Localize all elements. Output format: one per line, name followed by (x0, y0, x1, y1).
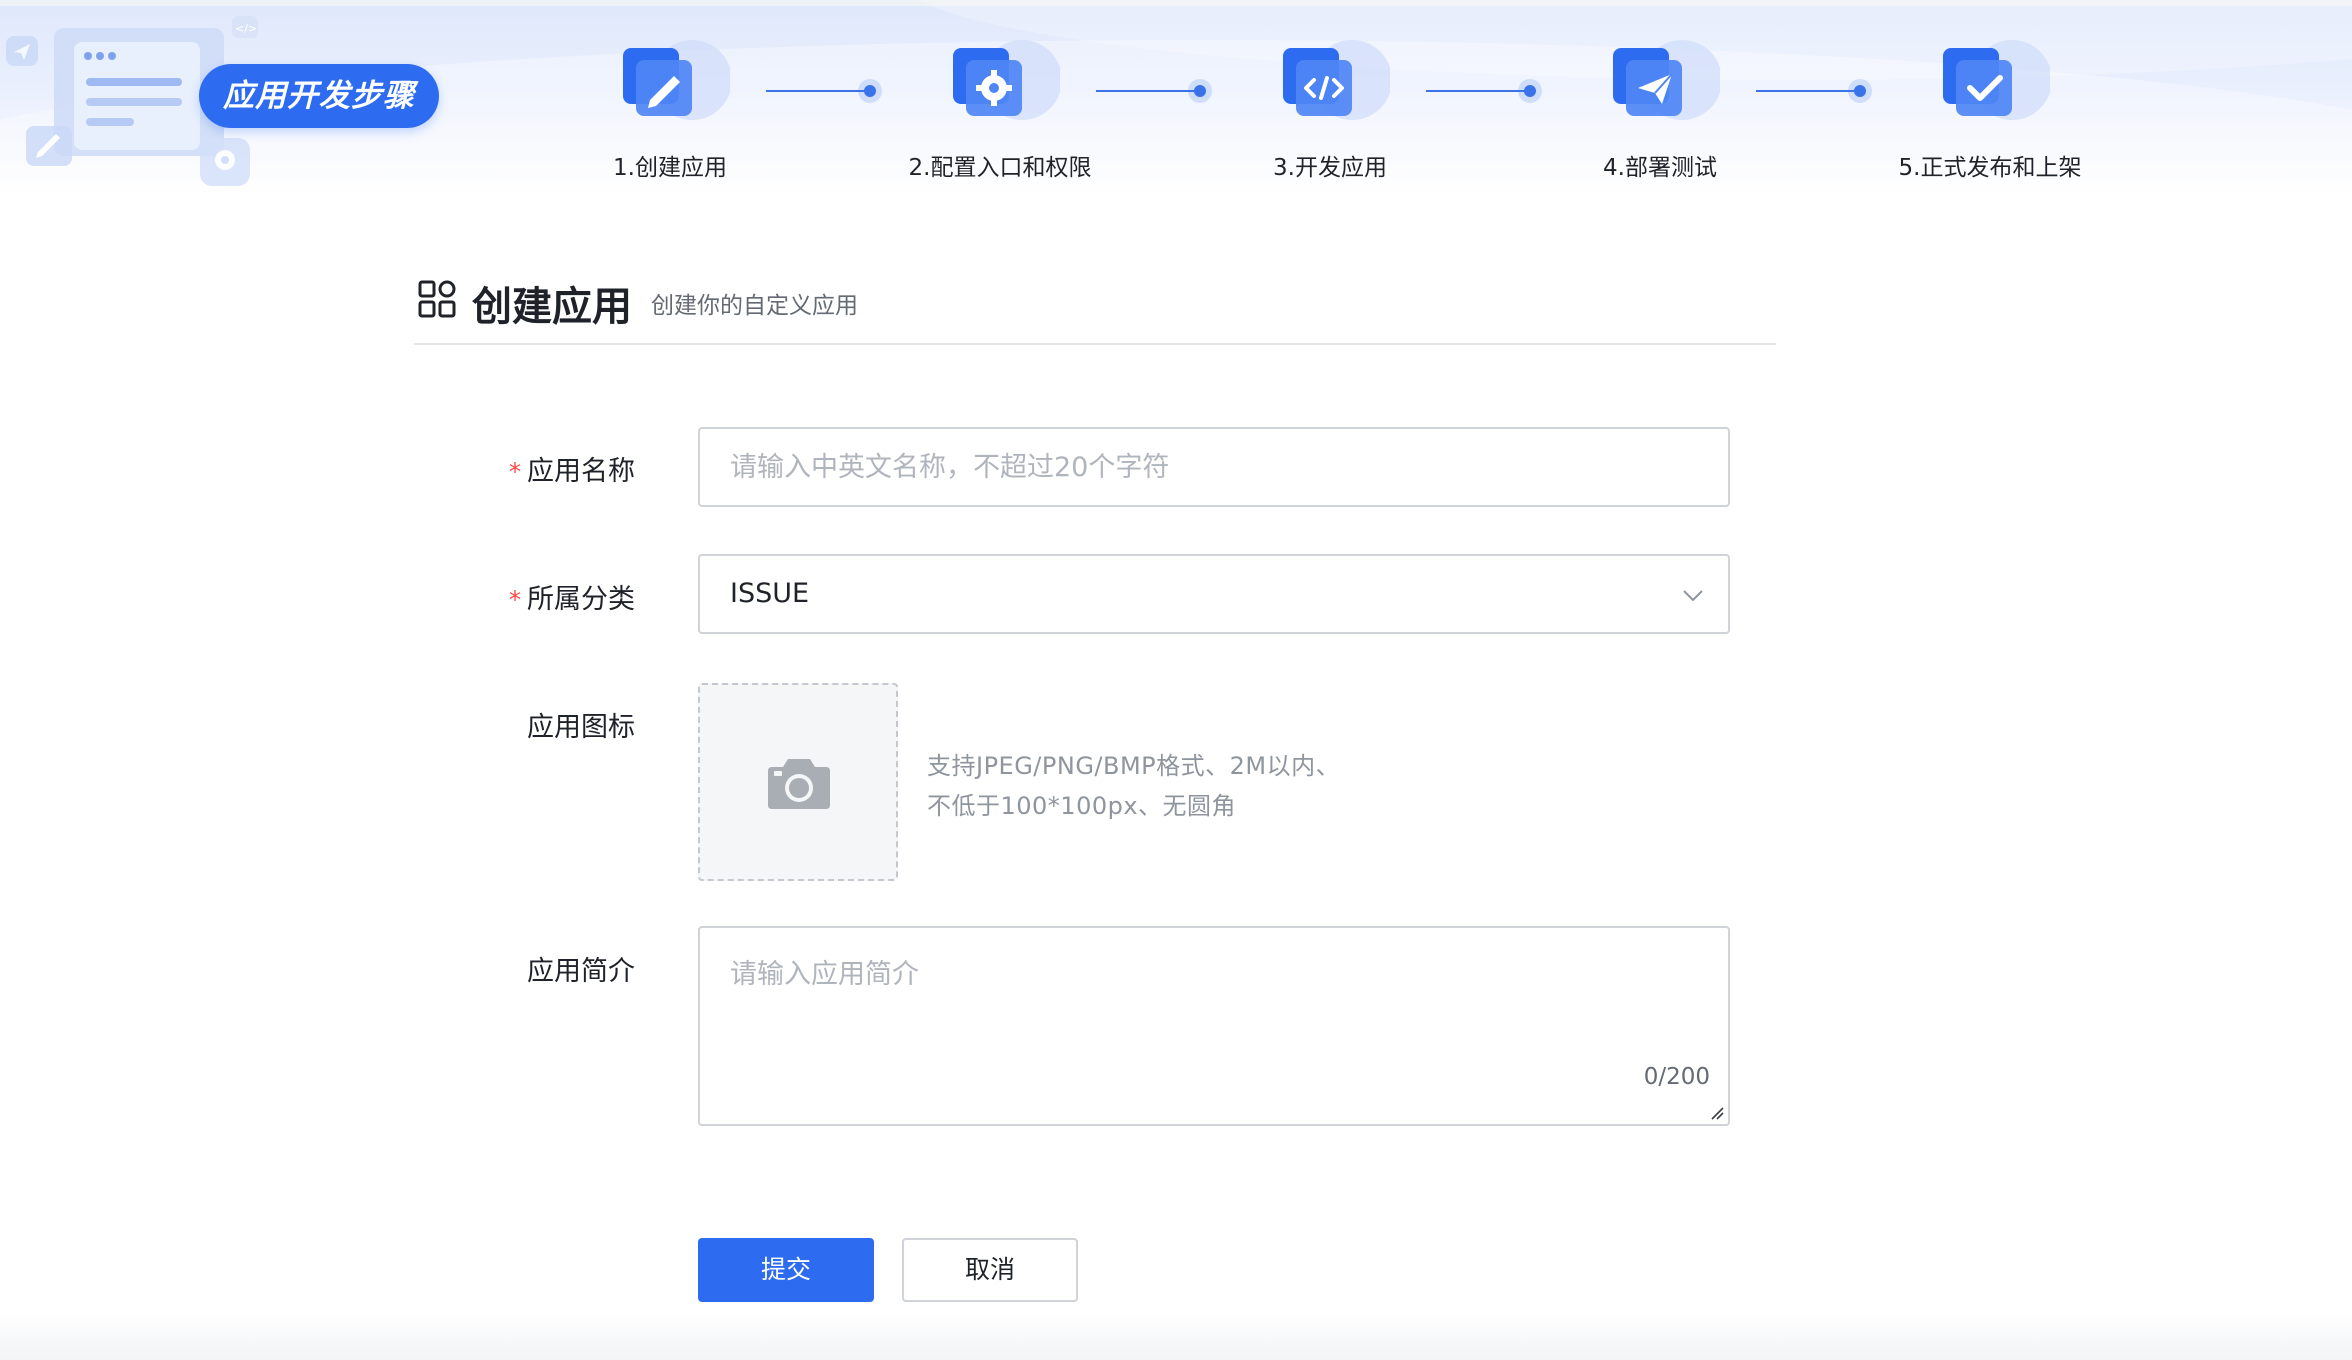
app-intro-label: 应用简介 (527, 956, 635, 987)
step-deploy-test[interactable]: 4.部署测试 (1510, 36, 1810, 186)
app-grid-icon (418, 280, 456, 318)
svg-text:</>: </> (235, 22, 257, 35)
step-publish[interactable]: 5.正式发布和上架 (1840, 36, 2140, 186)
steps-banner: </> 应用开发步骤 1.创建应用 2.配置入口和权限 3.开发应用 4.部署测… (0, 0, 2352, 195)
step-configure-entry[interactable]: 2.配置入口和权限 (850, 36, 1150, 186)
steps-title-badge: 应用开发步骤 (199, 64, 439, 128)
chevron-down-icon (1683, 590, 1703, 602)
category-select[interactable]: ISSUE (698, 554, 1730, 634)
app-icon-label: 应用图标 (527, 712, 635, 743)
upload-hint-line1: 支持JPEG/PNG/BMP格式、2M以内、 (927, 752, 1341, 780)
app-intro-field-box: 0/200 (698, 926, 1730, 1126)
app-name-field-box (698, 427, 1730, 507)
page-subtitle: 创建你的自定义应用 (651, 293, 858, 319)
edit-pen-icon (620, 36, 730, 136)
submit-button[interactable]: 提交 (698, 1238, 874, 1302)
category-selected-value: ISSUE (730, 578, 810, 609)
char-counter: 0/200 (1643, 1064, 1710, 1090)
paper-plane-icon (1610, 36, 1720, 136)
app-name-input[interactable] (700, 429, 1728, 505)
resize-handle-icon[interactable] (1710, 1106, 1724, 1120)
step-label: 2.配置入口和权限 (908, 155, 1092, 181)
category-label: * 所属分类 (509, 584, 635, 615)
bottom-fade (0, 1310, 2352, 1360)
step-develop-app[interactable]: 3.开发应用 (1180, 36, 1480, 186)
step-label: 3.开发应用 (1273, 155, 1387, 181)
app-name-label: * 应用名称 (509, 456, 635, 487)
required-asterisk: * (509, 458, 521, 486)
icon-upload-area[interactable] (698, 683, 898, 881)
upload-hint-line2: 不低于100*100px、无圆角 (927, 792, 1237, 820)
step-label: 1.创建应用 (613, 155, 727, 181)
page-title: 创建应用 (472, 284, 632, 330)
required-asterisk: * (509, 586, 521, 614)
step-create-app[interactable]: 1.创建应用 (520, 36, 820, 186)
camera-icon (768, 759, 830, 809)
checkmark-icon (1940, 36, 2050, 136)
step-label: 4.部署测试 (1603, 155, 1717, 181)
step-label: 5.正式发布和上架 (1898, 155, 2082, 181)
cancel-button[interactable]: 取消 (902, 1238, 1078, 1302)
app-intro-textarea[interactable] (700, 928, 1728, 1124)
code-icon (1280, 36, 1390, 136)
section-divider (414, 343, 1776, 345)
settings-gear-icon (950, 36, 1060, 136)
